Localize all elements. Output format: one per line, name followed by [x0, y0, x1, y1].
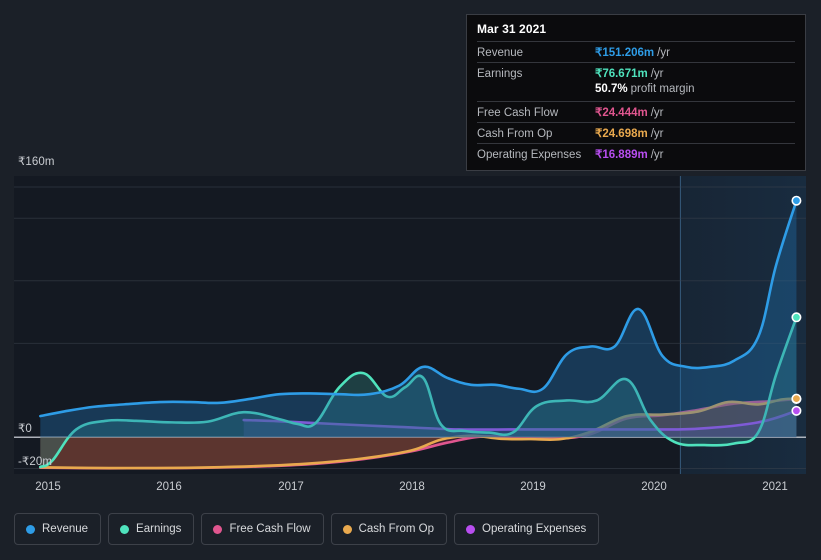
legend-item-label: Cash From Op — [359, 520, 434, 538]
legend-color-dot-icon — [213, 525, 222, 534]
data-tooltip: Mar 31 2021 Revenue₹151.206m/yrEarnings₹… — [466, 14, 806, 171]
tooltip-row-revenue: Revenue₹151.206m/yr — [477, 41, 795, 62]
legend-item-cash-from-op[interactable]: Cash From Op — [331, 513, 447, 545]
tooltip-metric-value: 50.7%profit margin — [595, 83, 695, 95]
chart-plot-area[interactable] — [14, 176, 806, 474]
x-axis-tick-2021: 2021 — [762, 481, 788, 493]
endpoint-marker-cash-from-op[interactable] — [792, 394, 800, 402]
endpoint-marker-revenue[interactable] — [792, 197, 800, 205]
tooltip-rows: Revenue₹151.206m/yrEarnings₹76.671m/yr50… — [477, 41, 795, 164]
legend-color-dot-icon — [26, 525, 35, 534]
tooltip-metric-unit: profit margin — [628, 83, 695, 95]
x-axis: 2015 2016 2017 2018 2019 2020 2021 — [14, 481, 806, 501]
x-axis-tick-2019: 2019 — [520, 481, 546, 493]
x-axis-tick-2017: 2017 — [278, 481, 304, 493]
tooltip-row-cash-from-op: Cash From Op₹24.698m/yr — [477, 122, 795, 143]
tooltip-metric-unit: /yr — [648, 107, 664, 119]
legend-item-label: Operating Expenses — [482, 520, 586, 538]
tooltip-metric-label: Earnings — [477, 68, 595, 80]
y-axis-label-zero: ₹0 — [18, 421, 32, 435]
x-axis-tick-2015: 2015 — [35, 481, 61, 493]
tooltip-metric-value: ₹24.444m/yr — [595, 105, 664, 119]
tooltip-metric-label: Operating Expenses — [477, 149, 595, 161]
tooltip-row-operating-expenses: Operating Expenses₹16.889m/yr — [477, 143, 795, 164]
tooltip-metric-value: ₹76.671m/yr — [595, 66, 664, 80]
tooltip-metric-unit: /yr — [648, 149, 664, 161]
tooltip-date: Mar 31 2021 — [477, 22, 795, 41]
legend-item-revenue[interactable]: Revenue — [14, 513, 101, 545]
endpoint-marker-operating-expenses[interactable] — [792, 407, 800, 415]
tooltip-metric-unit: /yr — [648, 128, 664, 140]
legend-item-free-cash-flow[interactable]: Free Cash Flow — [201, 513, 323, 545]
legend-item-operating-expenses[interactable]: Operating Expenses — [454, 513, 599, 545]
tooltip-metric-value: ₹16.889m/yr — [595, 147, 664, 161]
chart-canvas — [14, 176, 806, 474]
tooltip-row-profit-margin: 50.7%profit margin — [477, 83, 795, 101]
legend-item-earnings[interactable]: Earnings — [108, 513, 194, 545]
y-axis-label-max: ₹160m — [18, 154, 55, 168]
tooltip-metric-value: ₹24.698m/yr — [595, 126, 664, 140]
tooltip-metric-label: Cash From Op — [477, 128, 595, 140]
legend-color-dot-icon — [466, 525, 475, 534]
chart-page: ₹160m ₹0 -₹20m 2015201620172018201920202… — [0, 0, 821, 560]
x-axis-tick-2020: 2020 — [641, 481, 667, 493]
y-axis-label-min: -₹20m — [18, 454, 52, 468]
tooltip-row-earnings: Earnings₹76.671m/yr — [477, 62, 795, 83]
tooltip-metric-unit: /yr — [654, 47, 670, 59]
legend-color-dot-icon — [120, 525, 129, 534]
x-axis-tick-2016: 2016 — [156, 481, 182, 493]
legend-item-label: Earnings — [136, 520, 181, 538]
endpoint-marker-earnings[interactable] — [792, 313, 800, 321]
legend-color-dot-icon — [343, 525, 352, 534]
tooltip-metric-label: Free Cash Flow — [477, 107, 595, 119]
tooltip-row-free-cash-flow: Free Cash Flow₹24.444m/yr — [477, 101, 795, 122]
legend-item-label: Free Cash Flow — [229, 520, 310, 538]
chart-legend: Revenue Earnings Free Cash Flow Cash From O… — [14, 513, 599, 545]
legend-item-label: Revenue — [42, 520, 88, 538]
tooltip-metric-label: Revenue — [477, 47, 595, 59]
tooltip-metric-unit: /yr — [648, 68, 664, 80]
tooltip-metric-value: ₹151.206m/yr — [595, 45, 670, 59]
x-axis-tick-2018: 2018 — [399, 481, 425, 493]
